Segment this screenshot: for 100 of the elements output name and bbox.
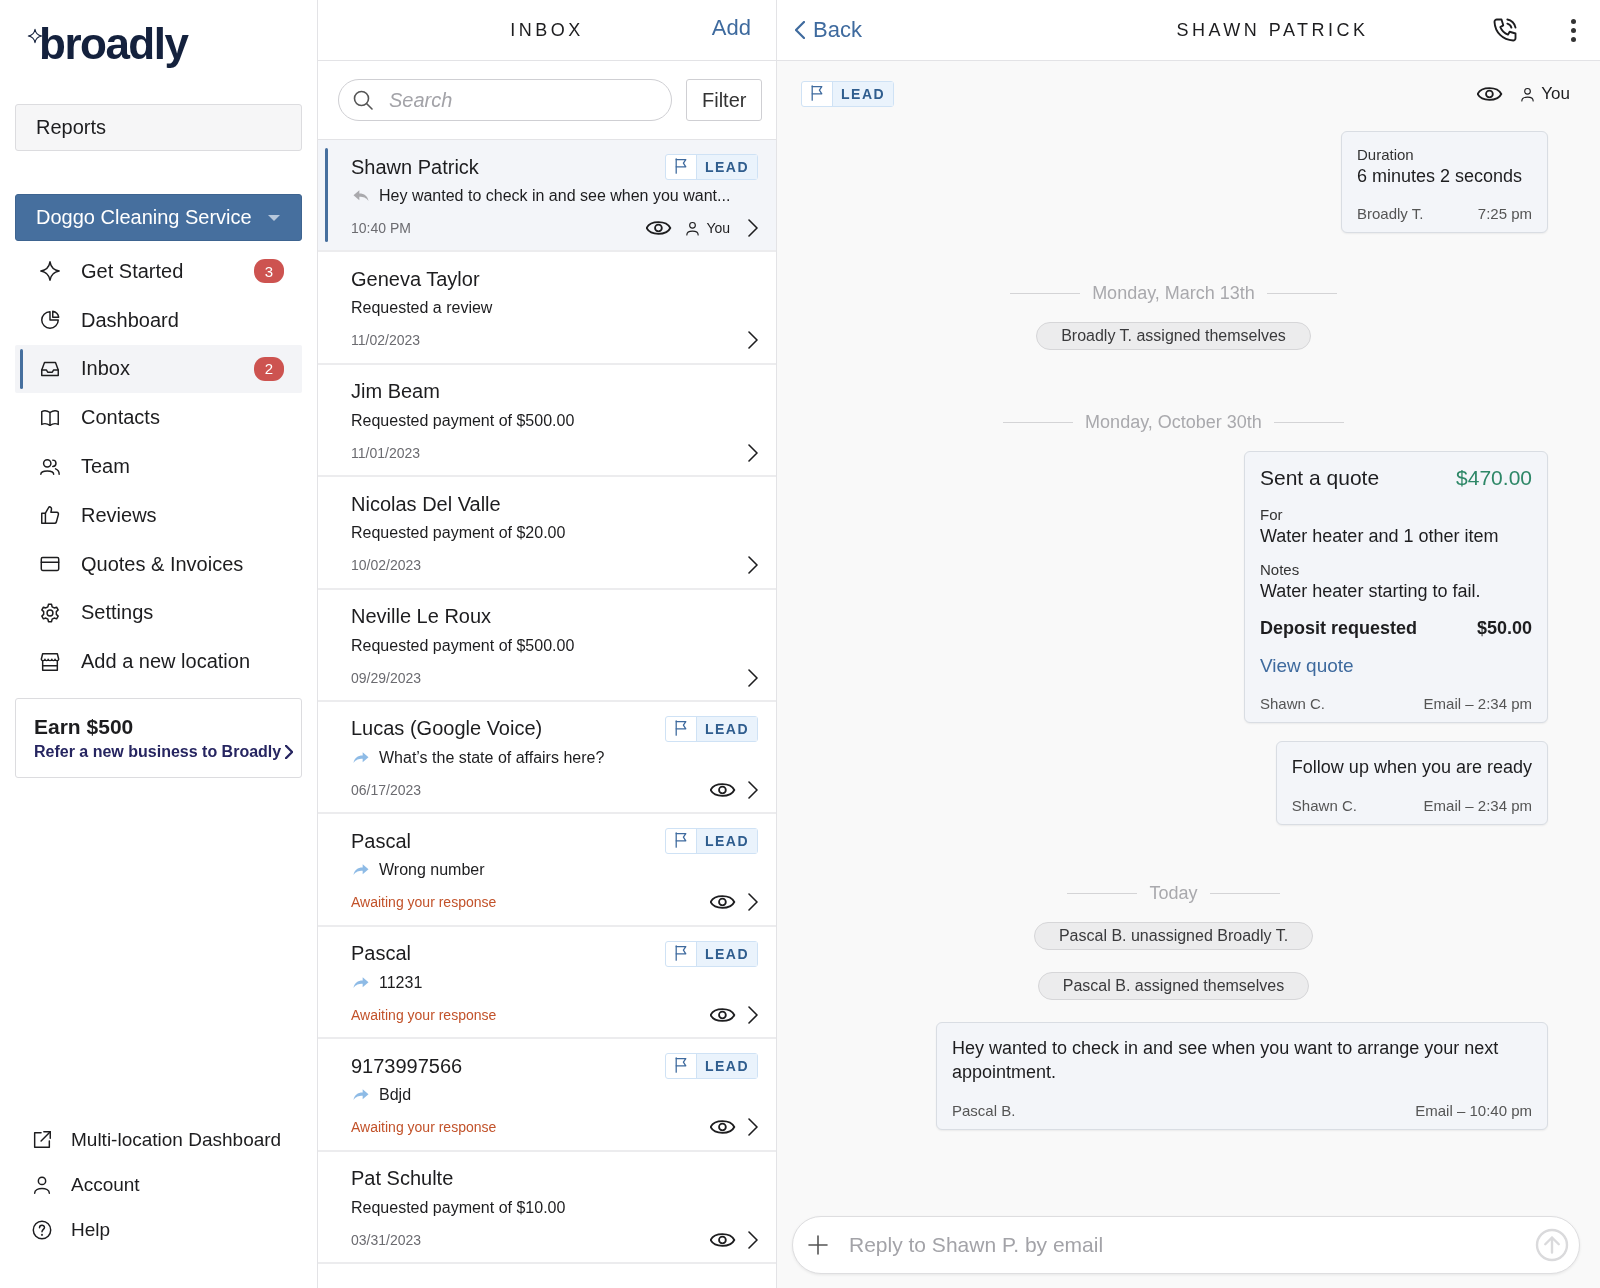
timestamp: 03/31/2023 — [351, 1231, 423, 1248]
message-text: Hey wanted to check in and see when you want to arrange your next appointment. — [952, 1037, 1500, 1084]
conversation-item[interactable]: Shawn Patrick LEAD Hey wanted to check in and see when you want... 10:40 PM You — [318, 140, 776, 253]
message-meta: Email – 10:40 pm — [1415, 1102, 1532, 1119]
date-divider: Today — [1149, 883, 1198, 905]
contact-name: Pat Schulte — [351, 1167, 454, 1190]
deposit-amount: $50.00 — [1476, 617, 1532, 639]
settings-icon — [39, 601, 61, 624]
brand-logo: broadly — [39, 22, 188, 66]
status-text: Awaiting your response — [351, 1006, 498, 1023]
sparkle-icon — [39, 260, 61, 283]
lead-label: LEAD — [695, 941, 757, 966]
conversation-item[interactable]: Pascal LEAD Wrong number Awaiting your response — [318, 814, 776, 927]
chevron-icon — [748, 1118, 758, 1137]
chevron-icon — [748, 219, 758, 237]
sender-name: Pascal B. — [952, 1102, 1016, 1119]
footer-label: Multi-location Dashboard — [71, 1128, 282, 1151]
deposit-label: Deposit requested — [1260, 617, 1418, 639]
message-preview: What’s the state of affairs here? — [379, 748, 605, 767]
reply-field[interactable]: Reply to Shawn P. by email — [792, 1216, 1580, 1274]
referral-link[interactable]: Refer a new business to Broadly — [34, 743, 283, 762]
nav-label: Reviews — [81, 503, 158, 527]
footer-label: Help — [71, 1218, 111, 1241]
footer-link[interactable]: Help — [15, 1211, 302, 1248]
conversation-item[interactable]: 9173997566 LEAD Bdjd Awaiting your response — [318, 1039, 776, 1152]
nav-item[interactable]: Add a new location — [15, 637, 302, 687]
count-badge: 2 — [254, 357, 284, 381]
timestamp: 10:40 PM — [351, 220, 412, 236]
conversation-item[interactable]: Pat Schulte Requested payment of $10.00 03/31/2023 — [318, 1151, 776, 1264]
timestamp: 11/01/2023 — [351, 444, 422, 461]
footer-label: Account — [71, 1173, 140, 1196]
send-icon — [1534, 1227, 1570, 1263]
storefront-icon — [39, 650, 61, 673]
back-icon — [795, 21, 805, 39]
inbox-title: INBOX — [510, 19, 584, 41]
message-preview: Requested payment of $500.00 — [351, 636, 575, 655]
location-dropdown[interactable]: Doggo Cleaning Service — [15, 194, 302, 241]
field-label: Notes — [1260, 560, 1301, 578]
help-icon — [31, 1218, 53, 1241]
lead-label: LEAD — [832, 82, 894, 106]
chevron-icon — [285, 745, 294, 760]
footer-link[interactable]: Account — [15, 1166, 302, 1203]
nav-label: Contacts — [81, 406, 161, 430]
plus-icon — [806, 1233, 830, 1257]
filter-button[interactable]: Filter — [686, 79, 763, 121]
contact-name: Neville Le Roux — [351, 605, 492, 629]
nav-label: Get Started — [81, 259, 185, 283]
search-icon — [351, 88, 375, 112]
activity-pill: Pascal B. assigned themselves — [1037, 972, 1310, 1001]
status-text: Awaiting your response — [351, 1119, 498, 1136]
nav-item[interactable]: Settings — [15, 588, 302, 638]
flag-icon — [674, 158, 687, 174]
message-text: Follow up when you are ready — [1291, 755, 1532, 779]
message-preview: 11231 — [379, 973, 423, 992]
phone-icon — [1491, 16, 1519, 44]
sparkle-icon — [27, 28, 43, 44]
nav-item[interactable]: Contacts — [15, 393, 302, 443]
nav-label: Settings — [81, 601, 155, 625]
message-preview: Requested payment of $500.00 — [351, 411, 575, 430]
nav-item[interactable]: Quotes & Invoices — [15, 539, 302, 589]
message-preview: Wrong number — [379, 861, 485, 880]
chevron-icon — [748, 556, 758, 575]
add-button[interactable]: Add — [711, 15, 751, 41]
count-badge: 3 — [254, 259, 284, 284]
field-value: 6 minutes 2 seconds — [1357, 165, 1524, 187]
nav-label: Dashboard — [81, 308, 180, 332]
conversation-item[interactable]: Lucas (Google Voice) LEAD What’s the state of affairs here? 06/17/2023 — [318, 701, 776, 815]
promo-title: Earn $500 — [34, 715, 135, 740]
activity-pill: Broadly T. assigned themselves — [1036, 321, 1311, 350]
message-preview: Requested payment of $10.00 — [351, 1198, 566, 1217]
nav-item[interactable]: Inbox 2 — [15, 344, 302, 394]
field-value: Water heater and 1 other item — [1260, 525, 1500, 547]
nav-label: Quotes & Invoices — [81, 552, 245, 576]
field-value: Water heater starting to fail. — [1260, 580, 1482, 602]
timestamp: 09/29/2023 — [351, 669, 423, 686]
person-icon — [1519, 85, 1537, 103]
view-quote-link[interactable]: View quote — [1260, 654, 1354, 677]
external-link-icon — [31, 1128, 53, 1151]
contact-name: Jim Beam — [351, 380, 440, 404]
message-preview: Requested payment of $20.00 — [351, 524, 566, 543]
nav-item[interactable]: Team — [15, 442, 302, 491]
flag-icon — [674, 832, 687, 849]
reports-button[interactable]: Reports — [15, 104, 302, 151]
nav-item[interactable]: Dashboard — [15, 295, 302, 345]
pie-chart-icon — [39, 309, 61, 332]
message-preview: Hey wanted to check in and see when you want... — [379, 187, 731, 205]
sender-name: Shawn C. — [1260, 694, 1326, 712]
footer-link[interactable]: Multi-location Dashboard — [15, 1121, 302, 1158]
conversation-item[interactable]: Pascal LEAD 11231 Awaiting your response — [318, 926, 776, 1040]
contact-title: SHAWN PATRICK — [1175, 19, 1370, 41]
timestamp: 11/02/2023 — [351, 332, 422, 349]
nav-item[interactable]: Get Started 3 — [15, 247, 302, 296]
nav-item[interactable]: Reviews — [15, 491, 302, 540]
date-divider: Monday, March 13th — [1092, 282, 1255, 304]
contact-name: Lucas (Google Voice) — [351, 717, 543, 741]
search-field[interactable]: Search — [338, 79, 672, 121]
date-divider: Monday, October 30th — [1085, 411, 1262, 433]
lead-label: LEAD — [695, 155, 757, 179]
flag-icon — [674, 719, 687, 736]
back-button[interactable]: Back — [795, 17, 1055, 43]
